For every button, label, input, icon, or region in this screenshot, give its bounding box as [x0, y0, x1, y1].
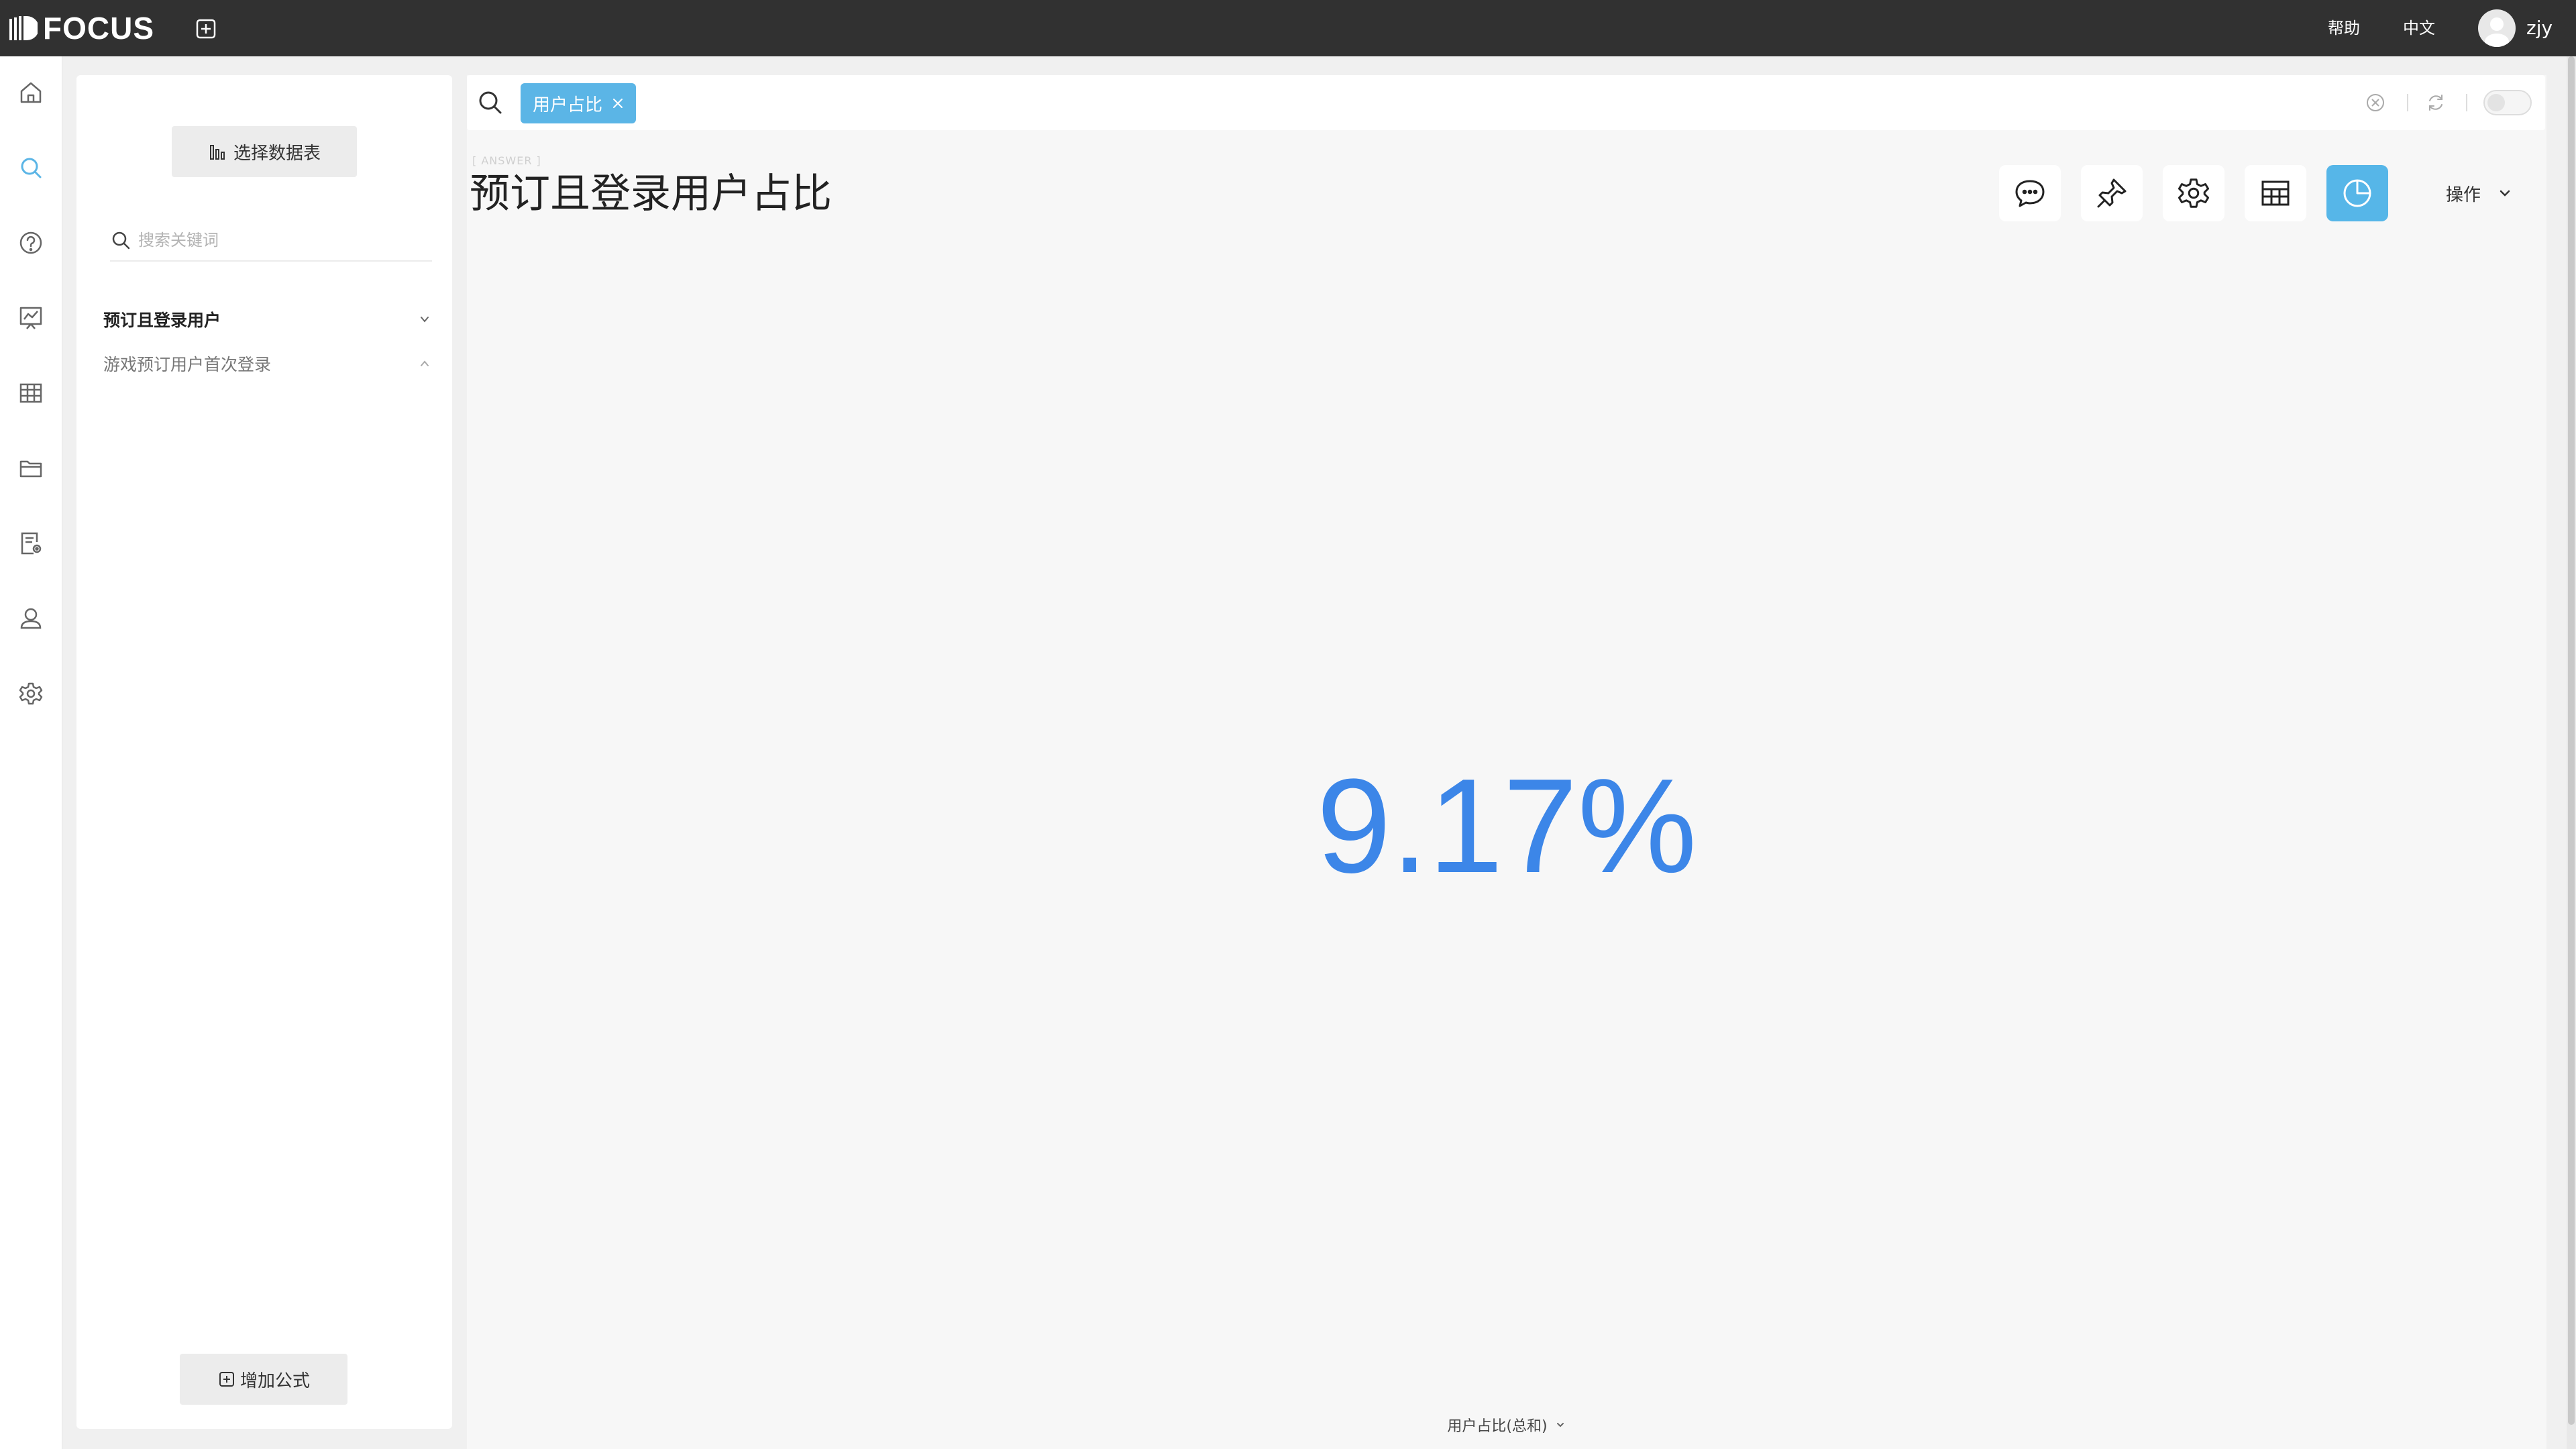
select-table-button[interactable]: 选择数据表 — [172, 126, 357, 177]
nav-settings[interactable] — [15, 678, 47, 710]
dashboard-icon — [19, 307, 42, 329]
chart-settings-button[interactable] — [2163, 165, 2224, 221]
focus-logo-icon — [9, 16, 38, 40]
refresh-button[interactable] — [2423, 90, 2449, 115]
nav-search[interactable] — [15, 152, 47, 184]
chart-view-button[interactable] — [2326, 165, 2388, 221]
keyword-search-input[interactable] — [137, 230, 421, 250]
settings-icon — [19, 682, 43, 705]
table-item[interactable]: 预订且登录用户 — [103, 301, 432, 338]
language-switch[interactable]: 中文 — [2403, 15, 2435, 42]
avatar[interactable] — [2478, 9, 2516, 47]
nav-help[interactable] — [15, 227, 47, 259]
divider — [2407, 94, 2408, 111]
comment-button[interactable] — [1999, 165, 2061, 221]
nav-home[interactable] — [15, 76, 47, 109]
search-bar[interactable]: 用户占比 — [467, 75, 2545, 130]
select-table-label: 选择数据表 — [233, 143, 321, 164]
search-icon — [21, 158, 42, 178]
toggle-knob — [2487, 94, 2505, 111]
scrollbar-thumb[interactable] — [2568, 56, 2575, 1425]
add-formula-button[interactable]: 增加公式 — [180, 1354, 347, 1405]
table-icon — [19, 383, 42, 403]
bar-chart-icon — [209, 145, 225, 160]
divider — [2466, 94, 2467, 111]
main-area: 用户占比 [ ANSWER ] 预订且登录用户占比 操作 9.17% 用户占比(… — [467, 75, 2546, 1449]
plus-square-icon — [196, 19, 216, 39]
search-bar-icon[interactable] — [476, 89, 504, 117]
table-view-button[interactable] — [2245, 165, 2306, 221]
kpi-value: 9.17% — [1316, 751, 1697, 901]
table-item-label: 游戏预订用户首次登录 — [103, 355, 272, 374]
pin-icon — [2097, 178, 2127, 208]
refresh-icon — [2429, 95, 2443, 111]
operations-label: 操作 — [2446, 184, 2481, 205]
nav-dashboard[interactable] — [15, 302, 47, 334]
app-name: FOCUS — [43, 11, 154, 46]
operations-dropdown[interactable]: 操作 — [2446, 176, 2513, 211]
home-icon — [20, 82, 42, 103]
add-formula-label: 增加公式 — [239, 1371, 310, 1391]
measure-label: 用户占比(总和) — [1447, 1418, 1548, 1435]
search-token-label: 用户占比 — [533, 95, 603, 115]
help-link[interactable]: 帮助 — [2328, 15, 2360, 42]
app-logo[interactable]: FOCUS — [8, 11, 154, 46]
help-icon — [19, 231, 42, 254]
nav-folders[interactable] — [15, 452, 47, 484]
keyword-search — [110, 220, 432, 262]
search-icon — [112, 231, 130, 250]
settings-icon — [2178, 178, 2210, 208]
answer-title: 预订且登录用户占比 — [470, 170, 832, 217]
comment-icon — [2015, 180, 2045, 207]
left-nav — [0, 56, 62, 1449]
username[interactable]: zjy — [2526, 15, 2553, 42]
user-icon — [20, 608, 42, 629]
new-tab-button[interactable] — [195, 17, 217, 40]
table-item[interactable]: 游戏预订用户首次登录 — [103, 345, 432, 382]
table-view-icon — [2261, 180, 2290, 206]
datasource-panel: 选择数据表 预订且登录用户 游戏预订用户首次登录 增加公式 — [76, 75, 452, 1429]
top-bar: FOCUS 帮助 中文 zjy — [0, 0, 2576, 56]
close-icon — [613, 99, 623, 108]
data-settings-icon — [21, 532, 42, 555]
avatar-user-icon — [2485, 17, 2509, 47]
chevron-down-icon — [1556, 1423, 1564, 1428]
pin-button[interactable] — [2081, 165, 2143, 221]
chevron-down-icon — [2500, 190, 2510, 197]
plus-square-icon — [219, 1372, 234, 1387]
chevron-up-icon[interactable] — [417, 356, 432, 371]
nav-tables[interactable] — [15, 377, 47, 409]
remove-token-button[interactable] — [612, 97, 624, 109]
table-item-label: 预订且登录用户 — [103, 311, 221, 330]
search-icon — [479, 91, 502, 114]
clear-circle-icon — [2367, 94, 2384, 111]
page-scrollbar[interactable] — [2567, 56, 2576, 1449]
chart-view-icon — [2343, 179, 2371, 207]
measure-selector[interactable]: 用户占比(总和) — [467, 1414, 2546, 1436]
search-mode-toggle[interactable] — [2483, 90, 2532, 115]
search-token[interactable]: 用户占比 — [521, 83, 637, 123]
nav-users[interactable] — [15, 602, 47, 635]
clear-search-button[interactable] — [2363, 90, 2388, 115]
nav-data-settings[interactable] — [15, 527, 47, 559]
folder-icon — [19, 460, 42, 478]
chevron-down-icon[interactable] — [417, 312, 432, 327]
